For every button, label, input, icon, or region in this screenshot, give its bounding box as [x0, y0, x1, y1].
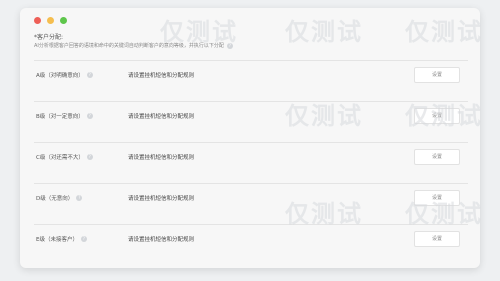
level-name: A级（对明确意向） — [36, 73, 84, 79]
level-row-c: C级（对还需不大） ? 请设置挂机短信和分配规则 设置 — [34, 142, 468, 171]
level-name: E级（未接客户） — [36, 237, 78, 243]
help-icon[interactable]: ? — [226, 42, 233, 49]
level-row-a: A级（对明确意向） ? 请设置挂机短信和分配规则 设置 — [34, 60, 468, 89]
section-description: AI分析根据客户回答的语境和命中的关键词自动判断客户的意向等级，并执行以下分配 … — [34, 42, 233, 49]
help-icon[interactable]: ? — [76, 195, 83, 201]
window-controls — [34, 17, 67, 24]
close-window-icon[interactable] — [34, 17, 41, 24]
settings-button[interactable]: 设置 — [414, 190, 460, 206]
minimize-window-icon[interactable] — [47, 17, 54, 24]
level-row-e: E级（未接客户） ? 请设置挂机短信和分配规则 设置 — [34, 224, 468, 253]
level-label: D级（无意向） ? — [36, 194, 83, 202]
rule-text: 请设置挂机短信和分配规则 — [128, 114, 195, 120]
level-label: C级（对还需不大） ? — [36, 153, 93, 161]
level-name: B级（对一定意向） — [36, 114, 84, 120]
help-icon[interactable]: ? — [80, 236, 87, 242]
settings-button[interactable]: 设置 — [414, 108, 460, 124]
level-row-d: D级（无意向） ? 请设置挂机短信和分配规则 设置 — [34, 183, 468, 212]
rule-text: 请设置挂机短信和分配规则 — [128, 237, 195, 243]
level-label: E级（未接客户） ? — [36, 235, 87, 243]
settings-button[interactable]: 设置 — [414, 67, 460, 83]
app-window: *客户分配: AI分析根据客户回答的语境和命中的关键词自动判断客户的意向等级，并… — [20, 8, 480, 268]
section-title: *客户分配: — [34, 34, 64, 41]
settings-button[interactable]: 设置 — [414, 231, 460, 247]
section-description-text: AI分析根据客户回答的语境和命中的关键词自动判断客户的意向等级，并执行以下分配 — [34, 43, 224, 49]
level-name: C级（对还需不大） — [36, 155, 84, 161]
level-name: D级（无意向） — [36, 196, 74, 202]
help-icon[interactable]: ? — [86, 113, 93, 119]
help-icon[interactable]: ? — [86, 154, 93, 160]
level-row-b: B级（对一定意向） ? 请设置挂机短信和分配规则 设置 — [34, 101, 468, 130]
level-label: B级（对一定意向） ? — [36, 112, 93, 120]
settings-button[interactable]: 设置 — [414, 149, 460, 165]
level-label: A级（对明确意向） ? — [36, 71, 93, 79]
help-icon[interactable]: ? — [86, 72, 93, 78]
rule-text: 请设置挂机短信和分配规则 — [128, 155, 195, 161]
rule-text: 请设置挂机短信和分配规则 — [128, 73, 195, 79]
maximize-window-icon[interactable] — [60, 17, 67, 24]
rule-text: 请设置挂机短信和分配规则 — [128, 196, 195, 202]
